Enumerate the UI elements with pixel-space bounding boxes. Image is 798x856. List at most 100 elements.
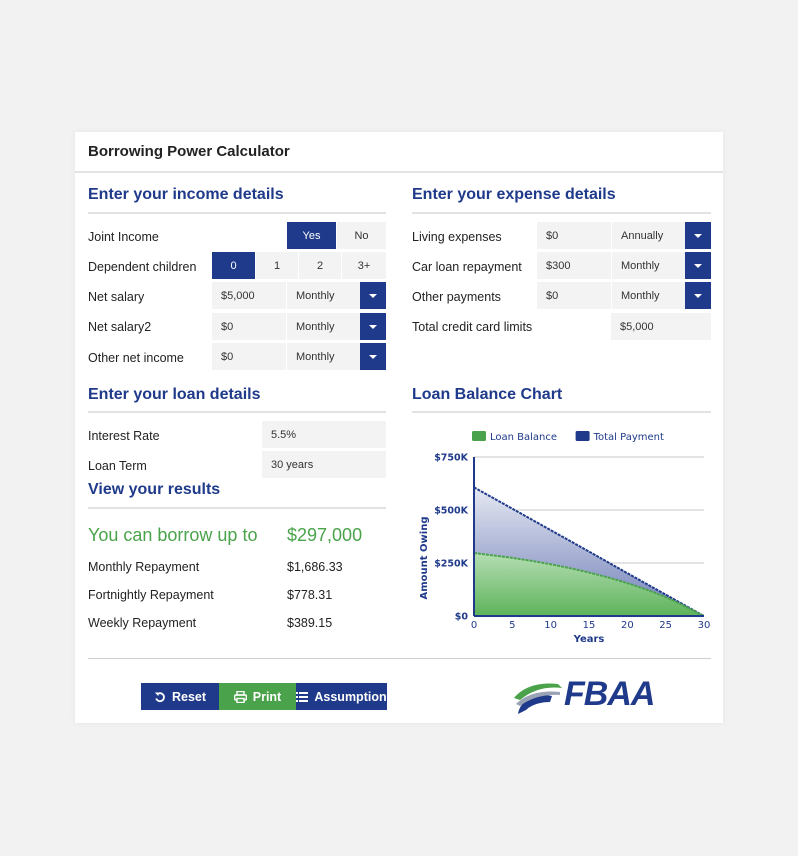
interest-rate-label: Interest Rate [88,429,160,443]
other-payments-input[interactable]: $0 [537,282,611,309]
car-loan-dropdown-button[interactable] [685,252,711,279]
net-salary-input[interactable]: $5,000 [212,282,286,309]
weekly-repayment-value: $389.15 [287,616,333,630]
net-salary-label: Net salary [88,290,145,304]
joint-income-label: Joint Income [88,230,159,244]
credit-card-label: Total credit card limits [412,320,533,334]
credit-card-input[interactable]: $5,000 [611,313,711,340]
y-tick-label: $250K [434,559,468,570]
living-expenses-dropdown-button[interactable] [685,222,711,249]
loan-term-input[interactable]: 30 years [262,451,386,478]
legend-label: Total Payment [593,432,664,443]
income-section-title: Enter your income details [88,186,284,203]
car-loan-label: Car loan repayment [412,260,522,274]
net-salary2-frequency[interactable]: Monthly [287,313,360,340]
legend-swatch [472,431,486,441]
joint-income-toggle: Yes No [287,222,386,249]
caret-down-icon [369,293,377,298]
other-net-income-label: Other net income [88,351,184,365]
net-salary2-label: Net salary2 [88,320,152,334]
x-tick-label: 0 [471,620,477,631]
reset-button[interactable]: Reset [141,683,219,710]
divider [88,507,386,509]
caret-down-icon [694,233,702,238]
x-tick-label: 15 [583,620,596,631]
dependent-children-toggle: 0 1 2 3+ [212,252,386,279]
children-3plus[interactable]: 3+ [342,252,386,279]
other-net-income-frequency[interactable]: Monthly [287,343,360,370]
weekly-repayment-label: Weekly Repayment [88,616,197,630]
loan-balance-chart: Loan Balance Total Payment $0 $250K $500K $7… [419,431,711,645]
loan-section-title: Enter your loan details [88,386,261,403]
monthly-repayment-value: $1,686.33 [287,560,343,574]
net-salary2-input[interactable]: $0 [212,313,286,340]
borrow-amount: $297,000 [287,525,363,545]
net-salary-frequency[interactable]: Monthly [287,282,360,309]
children-1[interactable]: 1 [256,252,299,279]
page-title: Borrowing Power Calculator [88,143,290,160]
children-2[interactable]: 2 [299,252,342,279]
print-button[interactable]: Print [219,683,296,710]
undo-icon [154,691,165,702]
chart-legend: Loan Balance Total Payment [472,431,664,443]
x-tick-label: 10 [544,620,557,631]
calculator-card: Borrowing Power Calculator Enter your in… [75,132,723,723]
other-payments-label: Other payments [412,290,501,304]
print-icon [233,690,247,703]
living-expenses-input[interactable]: $0 [537,222,611,249]
living-expenses-frequency[interactable]: Annually [612,222,685,249]
other-payments-frequency[interactable]: Monthly [612,282,685,309]
y-tick-label: $750K [434,453,468,464]
car-loan-input[interactable]: $300 [537,252,611,279]
caret-down-icon [369,324,377,329]
results-section-title: View your results [88,481,221,498]
other-net-income-dropdown-button[interactable] [360,343,386,370]
card-header: Borrowing Power Calculator [75,132,723,173]
legend-label: Loan Balance [490,432,557,443]
list-icon [296,691,309,702]
x-tick-label: 30 [698,620,711,631]
x-axis-label: Years [573,634,605,645]
net-salary2-dropdown-button[interactable] [360,313,386,340]
living-expenses-label: Living expenses [412,230,502,244]
fortnightly-repayment-value: $778.31 [287,588,333,602]
logo-text: FBAA [564,675,655,713]
footer-divider [88,658,711,659]
divider [412,212,711,214]
divider [412,411,711,413]
y-tick-label: $0 [455,612,469,623]
chart-areas [473,486,705,617]
joint-income-yes[interactable]: Yes [287,222,337,249]
assumption-button[interactable]: Assumption [296,683,387,710]
print-button-label: Print [252,689,282,704]
divider [88,212,386,214]
y-tick-label: $500K [434,506,468,517]
children-0[interactable]: 0 [212,252,256,279]
fbaa-logo: FBAA [512,674,672,718]
borrow-label: You can borrow up to [88,525,258,545]
chart-section-title: Loan Balance Chart [412,386,563,403]
caret-down-icon [694,293,702,298]
joint-income-no[interactable]: No [337,222,386,249]
car-loan-frequency[interactable]: Monthly [612,252,685,279]
caret-down-icon [694,263,702,268]
expense-section-title: Enter your expense details [412,186,616,203]
x-tick-label: 25 [659,620,672,631]
monthly-repayment-label: Monthly Repayment [88,560,200,574]
dependent-children-label: Dependent children [88,260,197,274]
x-tick-label: 20 [621,620,634,631]
legend-swatch [575,431,590,441]
net-salary-dropdown-button[interactable] [360,282,386,309]
australia-swoosh-icon [514,683,562,714]
loan-term-label: Loan Term [88,459,147,473]
x-tick-label: 5 [509,620,515,631]
y-axis-label: Amount Owing [419,517,430,600]
interest-rate-input[interactable]: 5.5% [262,421,386,448]
other-payments-dropdown-button[interactable] [685,282,711,309]
other-net-income-input[interactable]: $0 [212,343,286,370]
divider [88,411,386,413]
assumption-button-label: Assumption [314,689,387,704]
reset-button-label: Reset [171,689,207,704]
fortnightly-repayment-label: Fortnightly Repayment [88,588,214,602]
caret-down-icon [369,354,377,359]
